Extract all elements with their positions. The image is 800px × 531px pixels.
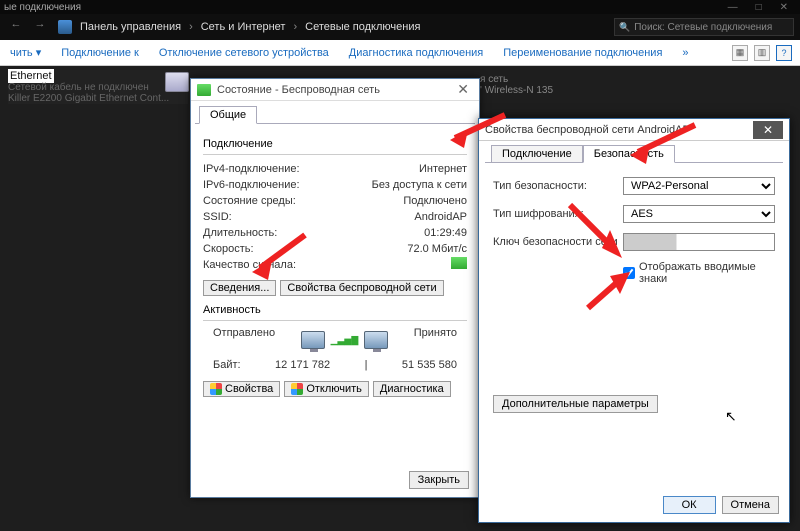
shield-icon [291, 383, 303, 395]
cmd-link-4[interactable]: Переименование подключения [493, 47, 672, 59]
show-characters-checkbox[interactable] [623, 267, 635, 279]
close-button[interactable]: ✕ [780, 2, 788, 13]
cancel-button[interactable]: Отмена [722, 496, 779, 514]
cursor-icon: ↖ [725, 408, 737, 425]
advanced-button[interactable]: Дополнительные параметры [493, 395, 658, 413]
diagnose-button[interactable]: Диагностика [373, 381, 451, 397]
status-dialog: Состояние - Беспроводная сеть ✕ Общие По… [190, 78, 480, 498]
search-box[interactable]: 🔍 Поиск: Сетевые подключения [614, 18, 794, 36]
activity-group-title: Активность [203, 304, 467, 316]
recv-label: Принято [414, 327, 457, 353]
adapter-desc: Killer E2200 Gigabit Ethernet Cont... [8, 93, 188, 104]
nav-forward-button[interactable]: → [30, 18, 50, 36]
status-dialog-titlebar: Состояние - Беспроводная сеть ✕ [191, 79, 479, 101]
show-characters-label: Отображать вводимые знаки [639, 261, 775, 285]
bytes-sent: 12 171 782 [275, 359, 330, 371]
encryption-select[interactable]: AES [623, 205, 775, 223]
maximize-button[interactable]: □ [756, 2, 762, 13]
ok-button[interactable]: ОК [663, 496, 716, 514]
ethernet-icon [165, 72, 189, 92]
wifi-adapter-bg: я сеть ' Wireless-N 135 [480, 74, 570, 114]
status-dialog-title: Состояние - Беспроводная сеть [217, 84, 380, 96]
kv-media: Состояние среды:Подключено [203, 193, 467, 209]
close-button[interactable]: Закрыть [409, 471, 469, 489]
adapter-title: Ethernet [8, 69, 54, 83]
monitor-sent-icon [301, 331, 325, 349]
help-icon[interactable]: ? [776, 45, 792, 61]
window-title: ые подключения [4, 2, 81, 13]
connection-group-title: Подключение [203, 138, 467, 150]
window-titlebar: ые подключения — □ ✕ [0, 0, 800, 14]
kv-ssid: SSID:AndroidAP [203, 209, 467, 225]
signal-bars-icon: ▁▃▅▇ [331, 335, 359, 346]
bytes-label: Байт: [213, 359, 241, 371]
kv-ipv6: IPv6-подключение:Без доступа к сети [203, 177, 467, 193]
breadcrumb-bar: ← → Панель управления › Сеть и Интернет … [0, 14, 800, 40]
crumb-2[interactable]: Сетевые подключения [305, 21, 420, 33]
kv-duration: Длительность:01:29:49 [203, 225, 467, 241]
command-bar: чить ▾ Подключение к Отключение сетевого… [0, 40, 800, 66]
properties-button[interactable]: Свойства [203, 381, 280, 397]
kv-signal: Качество сигнала: [203, 257, 467, 274]
crumb-1[interactable]: Сеть и Интернет [201, 21, 286, 33]
cmd-link-3[interactable]: Диагностика подключения [339, 47, 493, 59]
cmd-link-1[interactable]: Подключение к [51, 47, 149, 59]
cmd-overflow[interactable]: » [672, 47, 698, 59]
properties-dialog: Свойства беспроводной сети AndroidAP ✕ П… [478, 118, 790, 523]
kv-speed: Скорость:72.0 Мбит/с [203, 241, 467, 257]
cmd-link-2[interactable]: Отключение сетевого устройства [149, 47, 339, 59]
tab-general[interactable]: Общие [199, 106, 257, 124]
security-key-input[interactable] [623, 233, 775, 251]
nav-back-button[interactable]: ← [6, 18, 26, 36]
sent-label: Отправлено [213, 327, 275, 353]
control-panel-icon [58, 20, 72, 34]
view-icon[interactable]: ▦ [732, 45, 748, 61]
security-type-select[interactable]: WPA2-Personal [623, 177, 775, 195]
tab-connection[interactable]: Подключение [491, 145, 583, 162]
tab-security[interactable]: Безопасность [583, 145, 675, 163]
key-label: Ключ безопасности сети [493, 236, 623, 248]
disable-button[interactable]: Отключить [284, 381, 369, 397]
wireless-properties-button[interactable]: Свойства беспроводной сети [280, 280, 443, 296]
properties-dialog-title: Свойства беспроводной сети AndroidAP [485, 124, 690, 136]
encryption-label: Тип шифрования: [493, 208, 623, 220]
monitor-recv-icon [364, 331, 388, 349]
minimize-button[interactable]: — [728, 2, 738, 13]
adapter-status: Сетевой кабель не подключен [8, 82, 188, 93]
layout-icon[interactable]: ▥ [754, 45, 770, 61]
status-dialog-close[interactable]: ✕ [453, 81, 473, 98]
ethernet-adapter-item[interactable]: Ethernet Сетевой кабель не подключен Kil… [8, 70, 188, 104]
cmd-link-0[interactable]: чить ▾ [0, 46, 51, 59]
wifi-signal-icon [197, 84, 211, 96]
kv-ipv4: IPv4-подключение:Интернет [203, 161, 467, 177]
bytes-recv: 51 535 580 [402, 359, 457, 371]
properties-dialog-titlebar: Свойства беспроводной сети AndroidAP ✕ [479, 119, 789, 141]
security-type-label: Тип безопасности: [493, 180, 623, 192]
search-placeholder: Поиск: Сетевые подключения [634, 22, 772, 33]
search-icon: 🔍 [619, 22, 630, 33]
properties-dialog-close[interactable]: ✕ [753, 121, 783, 139]
crumb-0[interactable]: Панель управления [80, 21, 181, 33]
details-button[interactable]: Сведения... [203, 280, 276, 296]
shield-icon [210, 383, 222, 395]
